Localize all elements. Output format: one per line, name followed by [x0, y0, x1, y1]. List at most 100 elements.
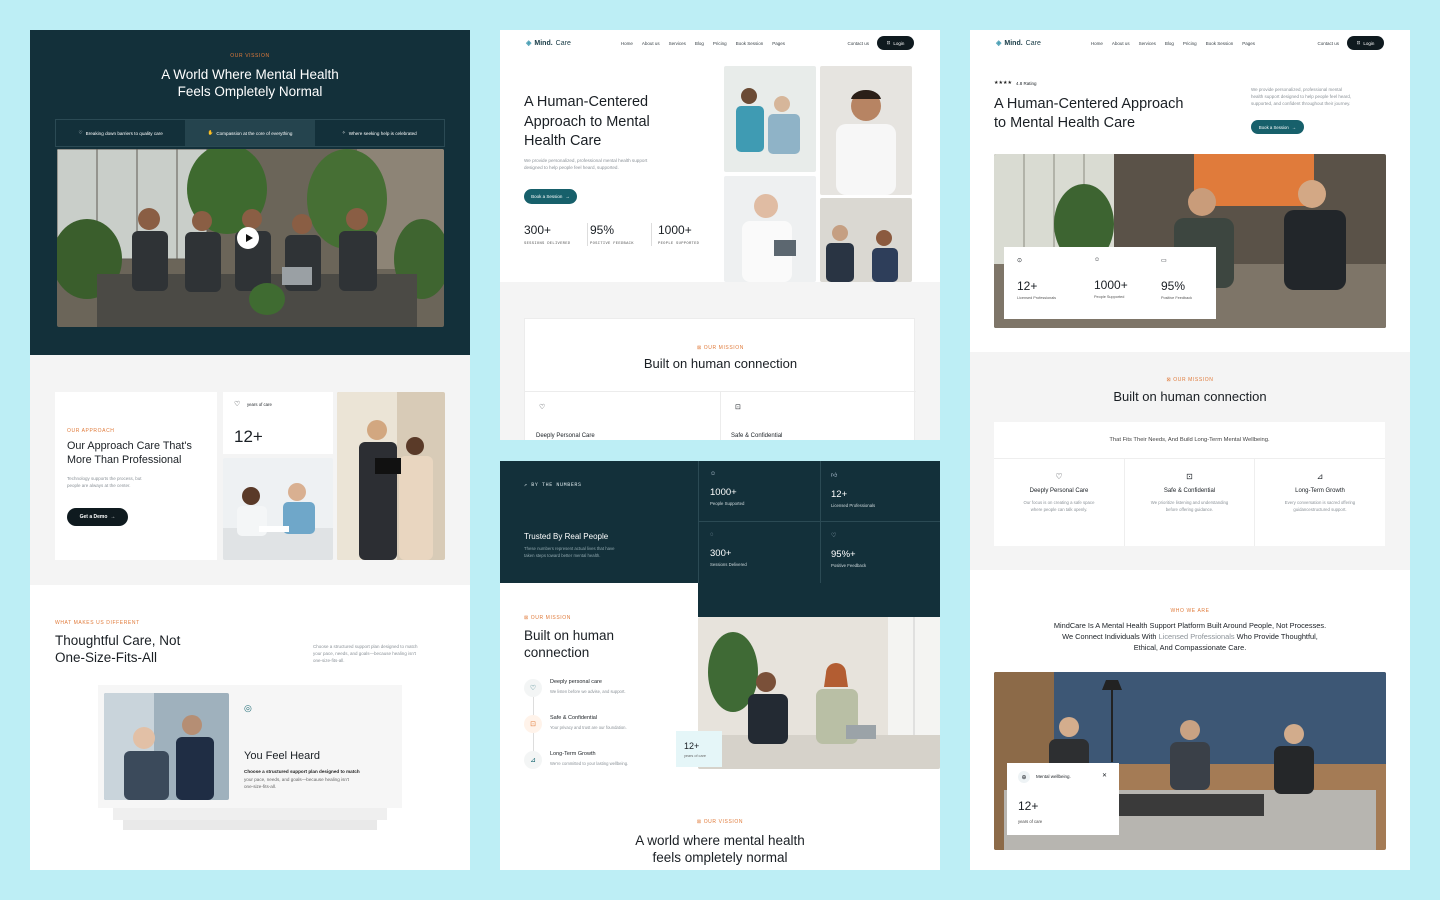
nav-pages[interactable]: Pages	[1242, 41, 1255, 46]
rating: ★★★★ 4.8 Rating	[994, 80, 1037, 86]
check-circle-icon: ⊙	[1017, 258, 1023, 264]
arrow-right-icon: →	[110, 514, 116, 520]
chart-icon: ⊿	[524, 751, 542, 769]
login-button[interactable]: ⊡ Login	[877, 36, 914, 50]
listening-icon: ◎	[244, 703, 252, 713]
top-nav: ◈ Mind. Care Home About us Services Blog Prici…	[970, 30, 1410, 56]
doctor-tablet-illustration	[724, 176, 816, 282]
mission-sub: That Fits Their Needs, And Build Long-Te…	[1109, 437, 1270, 443]
book-session-button[interactable]: Book a Session →	[1251, 120, 1304, 134]
play-video-button[interactable]	[237, 227, 259, 249]
feature-card: ◎ You Feel Heard Choose a structured sup…	[98, 685, 402, 808]
nav-book[interactable]: Book Session	[1206, 41, 1234, 46]
doctor-tablet-photo	[724, 176, 816, 282]
card-title: You Feel Heard	[244, 750, 321, 762]
mission-card: ⊠ OUR MISSION Built on human connection …	[524, 318, 916, 440]
nav-book[interactable]: Book Session	[736, 41, 764, 46]
consultation-illustration	[337, 392, 445, 560]
nav-blog[interactable]: Blog	[695, 41, 704, 46]
nav-pricing[interactable]: Pricing	[1183, 41, 1197, 46]
lock-icon: ⊡	[524, 715, 542, 733]
thumbs-up-icon: 👍︎	[831, 473, 838, 479]
arrow-right-icon: →	[1291, 124, 1297, 130]
vision-tabs: ♡ Breaking down barriers to quality care …	[55, 119, 445, 147]
hero-stats: 300+ SESSIONS DELIVERED 95% POSITIVE FEEDB…	[524, 223, 716, 246]
nav-services[interactable]: Services	[1139, 41, 1156, 46]
mission-eyebrow: ⊠ OUR MISSION	[697, 345, 744, 351]
years-number: 12+	[234, 427, 263, 446]
stat-people: 1000+ PEOPLE SUPPORTED	[658, 223, 700, 246]
mission-title: Built on human connection	[1113, 389, 1267, 404]
message-icon: ▭	[1161, 258, 1167, 264]
card-desc: Choose a structured support plan designe…	[244, 769, 360, 789]
nav-services[interactable]: Services	[669, 41, 686, 46]
meeting-illustration	[698, 617, 940, 769]
card-stack-shadow	[123, 820, 377, 830]
nav-about[interactable]: About us	[642, 41, 660, 46]
close-icon[interactable]: ✕	[1102, 772, 1107, 779]
years-badge: 12+ years of care	[676, 731, 722, 767]
smiling-man-illustration	[820, 66, 912, 195]
get-demo-button[interactable]: Get a Demo →	[67, 508, 128, 526]
chart-icon: ⊿	[1316, 472, 1324, 481]
vision-title: A World Where Mental Health Feels Omplet…	[161, 67, 339, 99]
mission-eyebrow: ⊠ OUR MISSION	[524, 615, 571, 621]
shield-heart-icon: ◈	[526, 40, 532, 47]
numbers-extend	[698, 583, 940, 617]
mission-eyebrow: ⊠ OUR MISSION	[1166, 377, 1214, 383]
nav-links: Home About us Services Blog Pricing Book Sess…	[621, 41, 785, 46]
sparkle-icon: ✧	[341, 130, 346, 135]
brand-logo[interactable]: ◈ Mind. Care	[996, 39, 1041, 48]
tab-celebrated[interactable]: ✧ Where seeking help is celebrated	[315, 120, 444, 146]
lock-icon: ⊡	[886, 40, 891, 45]
approach-desc: Technology supports the process, but peop…	[67, 476, 142, 488]
nav-pricing[interactable]: Pricing	[713, 41, 727, 46]
wellbeing-badge: ⊕ Mental wellbeing. ✕ 12+ years of care	[1007, 763, 1119, 835]
nav-home[interactable]: Home	[621, 41, 633, 46]
numbers-desc: These numbers represent actual lives tha…	[524, 546, 615, 558]
doctor-photo-illustration	[223, 458, 333, 560]
mission-title: Built on human connection	[524, 628, 615, 660]
stat-positive-feedback: ♡ 95%+ Positive Feedback	[831, 533, 867, 568]
elder-care-illustration	[104, 693, 229, 800]
chat-icon: ◌	[710, 532, 714, 538]
feature-personal: ♡ Deeply Personal Care Our focus is on c…	[994, 472, 1124, 512]
heart-icon: ♡	[831, 533, 837, 539]
nav-contact[interactable]: Contact us	[847, 41, 869, 46]
shield-heart-icon: ◈	[996, 40, 1002, 47]
vision-eyebrow: OUR VISSION	[230, 53, 270, 59]
login-button[interactable]: ⊡ Login	[1347, 36, 1384, 50]
who-statement: MindCare Is A Mental Health Support Plat…	[1053, 621, 1327, 652]
nav-about[interactable]: About us	[1112, 41, 1130, 46]
hero-title: A Human-Centered Approach to Mental Healt…	[994, 96, 1184, 131]
heart-icon: ♡	[78, 130, 83, 135]
consultation-photo	[337, 392, 445, 560]
smiling-man-photo	[820, 66, 912, 195]
nav-home[interactable]: Home	[1091, 41, 1103, 46]
numbers-title: Trusted By Real People	[524, 532, 609, 541]
vision-eyebrow: ⊠ OUR VISSION	[696, 819, 744, 825]
nav-pages[interactable]: Pages	[772, 41, 785, 46]
arrow-right-icon: →	[565, 194, 570, 199]
nav-contact[interactable]: Contact us	[1317, 41, 1339, 46]
nav-blog[interactable]: Blog	[1165, 41, 1174, 46]
stat-feedback: ▭ 95% Positive Feedback	[1161, 258, 1193, 300]
divider	[994, 458, 1385, 459]
elder-care-photo	[104, 693, 229, 800]
tab-compassion[interactable]: ✋ Compassion at the core of everything	[185, 120, 315, 146]
feature-growth: ⊿ Long-Term Growth Every conversation is…	[1255, 472, 1385, 512]
book-session-button[interactable]: Book a Session →	[524, 189, 577, 204]
tab-barriers[interactable]: ♡ Breaking down barriers to quality care	[56, 120, 185, 146]
meeting-photo	[698, 617, 940, 769]
panel-numbers-page: ⇗ BY THE NUMBERS Trusted By Real People …	[500, 461, 940, 870]
stat-feedback: 95% POSITIVE FEEDBACK	[588, 223, 652, 246]
numbers-eyebrow: ⇗ BY THE NUMBERS	[524, 482, 582, 488]
hand-icon: ✋	[207, 130, 214, 135]
lock-icon: ⊡	[735, 404, 741, 411]
diff-eyebrow: WHAT MAKES US DIFFERENT	[55, 620, 140, 626]
card-stack-shadow-2	[113, 808, 387, 820]
brand-logo[interactable]: ◈ Mind. Care	[526, 39, 571, 48]
tag-icon: ⊠	[696, 819, 704, 825]
stats-card: ⊙ 12+ Licensed Professionals ☺ 1000+ Peo…	[1004, 247, 1216, 319]
heart-icon: ♡	[539, 404, 546, 411]
